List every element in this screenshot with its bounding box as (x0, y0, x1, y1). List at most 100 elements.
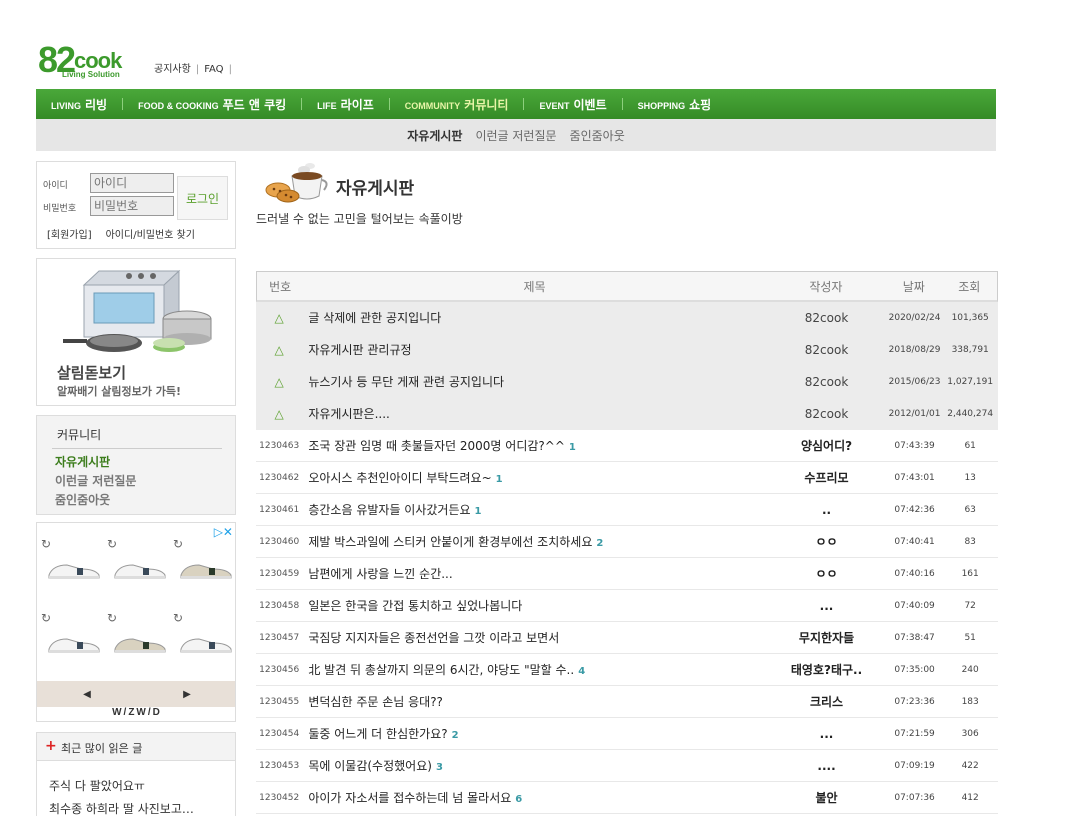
table-row[interactable]: 1230461 층간소음 유발자들 이사갔거든요 1.. 07:42:36 63 (256, 494, 998, 526)
divider: | (228, 64, 232, 75)
nav-item-en: LIFE (317, 100, 337, 111)
table-row[interactable]: 1230462 오아시스 추천인아이디 부탁드려요~ 1 수프리모 07:43:01 13 (256, 462, 998, 494)
post-writer[interactable]: 수프리모 (766, 469, 887, 486)
nav-item-food-cooking[interactable]: FOOD & COOKING 푸드 앤 쿠킹 (138, 96, 286, 113)
table-row[interactable]: 1230458 일본은 한국을 간접 통치하고 싶었나봅니다... 07:40:09… (256, 590, 998, 622)
post-title-link[interactable]: 자유게시판 관리규정 (302, 341, 766, 358)
post-writer[interactable]: .... (766, 759, 887, 773)
table-row[interactable]: 1230454 둘중 어느게 더 한심한가요? 2... 07:21:59 306 (256, 718, 998, 750)
comment-count[interactable]: 4 (578, 666, 585, 677)
post-date: 07:23:36 (894, 696, 935, 707)
table-row[interactable]: 1230457 국짐당 지지자들은 종전선언을 그깟 이라고 보면서 무지한자들 07… (256, 622, 998, 654)
nav-item-shopping[interactable]: SHOPPING 쇼핑 (638, 96, 712, 113)
notice-row[interactable]: △ 글 삭제에 관한 공지입니다 82cook 2020/02/24 101,365 (256, 302, 998, 334)
post-title-cell: 제발 박스과일에 스티커 안붙이게 환경부에선 조치하세요 2 (302, 533, 766, 550)
product-tile[interactable]: ↻ (39, 609, 103, 661)
post-title-link[interactable]: 목에 이물감(수정했어요) (308, 759, 432, 773)
post-title-link[interactable]: 층간소음 유발자들 이사갔거든요 (308, 503, 470, 517)
pw-input[interactable] (90, 196, 174, 216)
nav-item-community[interactable]: COMMUNITY 커뮤니티 (405, 96, 509, 113)
post-title-link[interactable]: 北 발견 뒤 총살까지 의문의 6시간, 야당도 "말할 수.. (308, 663, 574, 677)
logo-subtitle: Living Solution (62, 70, 120, 79)
post-writer[interactable]: ... (766, 599, 887, 613)
board-description: 드러낼 수 없는 고민을 털어보는 속풀이방 (256, 212, 463, 226)
post-number: 1230462 (259, 472, 300, 483)
comment-count[interactable]: 6 (515, 794, 522, 805)
notice-row[interactable]: △ 자유게시판 관리규정 82cook 2018/08/29 338,791 (256, 334, 998, 366)
nav-item-life[interactable]: LIFE 라이프 (317, 96, 374, 113)
sneaker-icon (180, 638, 232, 653)
table-row[interactable]: 1230460 제발 박스과일에 스티커 안붙이게 환경부에선 조치하세요 2 ㅇㅇ 0… (256, 526, 998, 558)
post-title-link[interactable]: 오아시스 추천인아이디 부탁드려요~ (308, 471, 491, 485)
post-writer[interactable]: 82cook (766, 407, 887, 421)
post-number: 1230452 (259, 792, 300, 803)
notice-link[interactable]: 공지사항 (154, 64, 191, 75)
product-tile[interactable]: ↻ (171, 535, 235, 587)
refresh-icon: ↻ (107, 611, 118, 625)
nav-item-en: LIVING (51, 100, 82, 111)
comment-count[interactable]: 1 (475, 506, 482, 517)
nav-item-living[interactable]: LIVING 리빙 (51, 96, 107, 113)
post-writer[interactable]: 82cook (766, 343, 887, 357)
product-tile[interactable]: ↻ (171, 609, 235, 661)
comment-count[interactable]: 1 (569, 442, 576, 453)
subnav-item-2[interactable]: 줌인줌아웃 (570, 127, 625, 144)
table-row[interactable]: 1230453 목에 이물감(수정했어요) 3.... 07:09:19 422 (256, 750, 998, 782)
post-title-link[interactable]: 조국 장관 임명 때 촛불들자던 2000명 어디감?^^ (308, 439, 565, 453)
post-writer[interactable]: 태영호?태구.. (766, 661, 887, 678)
promo-banner[interactable]: 살림돋보기 알짜배기 살림정보가 가득! (36, 258, 236, 406)
post-writer[interactable]: 82cook (766, 375, 887, 389)
notice-row[interactable]: △ 자유게시판은.... 82cook 2012/01/01 2,440,274 (256, 398, 998, 430)
post-writer[interactable]: ... (766, 727, 887, 741)
prev-arrow-icon[interactable]: ◀ (83, 689, 91, 700)
subnav-item-0[interactable]: 자유게시판 (407, 127, 462, 144)
post-writer[interactable]: ㅇㅇ (766, 565, 887, 582)
post-writer[interactable]: ㅇㅇ (766, 533, 887, 550)
post-writer[interactable]: 82cook (766, 311, 887, 325)
post-writer[interactable]: 크리스 (766, 693, 887, 710)
community-item-zoom[interactable]: 줌인줌아웃 (55, 491, 110, 508)
nav-item-event[interactable]: EVENT 이벤트 (539, 96, 606, 113)
post-title-link[interactable]: 글 삭제에 관한 공지입니다 (302, 309, 766, 326)
comment-count[interactable]: 3 (436, 762, 443, 773)
table-row[interactable]: 1230455 변덕심한 주문 손님 응대?? 크리스 07:23:36 183 (256, 686, 998, 718)
post-title-link[interactable]: 국짐당 지지자들은 종전선언을 그깟 이라고 보면서 (308, 631, 559, 645)
table-row[interactable]: 1230459 남편에게 사랑을 느낀 순간... ㅇㅇ 07:40:16 161 (256, 558, 998, 590)
comment-count[interactable]: 1 (496, 474, 503, 485)
popular-item[interactable]: 최수종 하희라 딸 사진보고… (49, 800, 194, 816)
advertisement[interactable]: ▷✕ ↻ ↻ ↻ ↻ ↻ ↻ ◀ ▶ W/ZW/D (36, 522, 236, 722)
post-title-link[interactable]: 자유게시판은.... (302, 405, 766, 422)
join-link[interactable]: [회원가입] (47, 230, 92, 241)
product-tile[interactable]: ↻ (105, 535, 169, 587)
login-button[interactable]: 로그인 (177, 176, 228, 220)
id-input[interactable] (90, 173, 174, 193)
post-title-link[interactable]: 둘중 어느게 더 한심한가요? (308, 727, 447, 741)
product-tile[interactable]: ↻ (39, 535, 103, 587)
comment-count[interactable]: 2 (452, 730, 459, 741)
popular-item[interactable]: 주식 다 팔았어요ㅠ (49, 777, 145, 794)
post-title-link[interactable]: 뉴스기사 등 무단 게재 관련 공지입니다 (302, 373, 766, 390)
table-row[interactable]: 1230463 조국 장관 임명 때 촛불들자던 2000명 어디감?^^ 1 양심어… (256, 430, 998, 462)
comment-count[interactable]: 2 (596, 538, 603, 549)
post-title-link[interactable]: 일본은 한국을 간접 통치하고 싶었나봅니다 (308, 599, 522, 613)
post-writer[interactable]: 무지한자들 (766, 629, 887, 646)
next-arrow-icon[interactable]: ▶ (183, 689, 191, 700)
post-writer[interactable]: 양심어디? (766, 437, 887, 454)
site-logo[interactable]: 82 cook Living Solution (38, 42, 138, 82)
post-title-link[interactable]: 남편에게 사랑을 느낀 순간... (308, 567, 452, 581)
find-account-link[interactable]: 아이디/비밀번호 찾기 (106, 230, 195, 241)
product-tile[interactable]: ↻ (105, 609, 169, 661)
post-writer[interactable]: .. (766, 503, 887, 517)
post-number: 1230461 (259, 504, 300, 515)
community-item-questions[interactable]: 이런글 저런질문 (55, 472, 136, 489)
community-item-free-board[interactable]: 자유게시판 (55, 453, 110, 470)
table-row[interactable]: 1230456 北 발견 뒤 총살까지 의문의 6시간, 야당도 "말할 수.. 4… (256, 654, 998, 686)
faq-link[interactable]: FAQ (204, 64, 223, 75)
subnav-item-1[interactable]: 이런글 저런질문 (475, 127, 556, 144)
post-title-link[interactable]: 아이가 자소서를 접수하는데 넘 몰라서요 (308, 791, 511, 805)
post-writer[interactable]: 불안 (766, 789, 887, 806)
notice-row[interactable]: △ 뉴스기사 등 무단 게재 관련 공지입니다 82cook 2015/06/23 1,… (256, 366, 998, 398)
table-row[interactable]: 1230452 아이가 자소서를 접수하는데 넘 몰라서요 6 불안 07:07:36 4… (256, 782, 998, 814)
post-title-link[interactable]: 제발 박스과일에 스티커 안붙이게 환경부에선 조치하세요 (308, 535, 592, 549)
post-title-link[interactable]: 변덕심한 주문 손님 응대?? (308, 695, 443, 709)
